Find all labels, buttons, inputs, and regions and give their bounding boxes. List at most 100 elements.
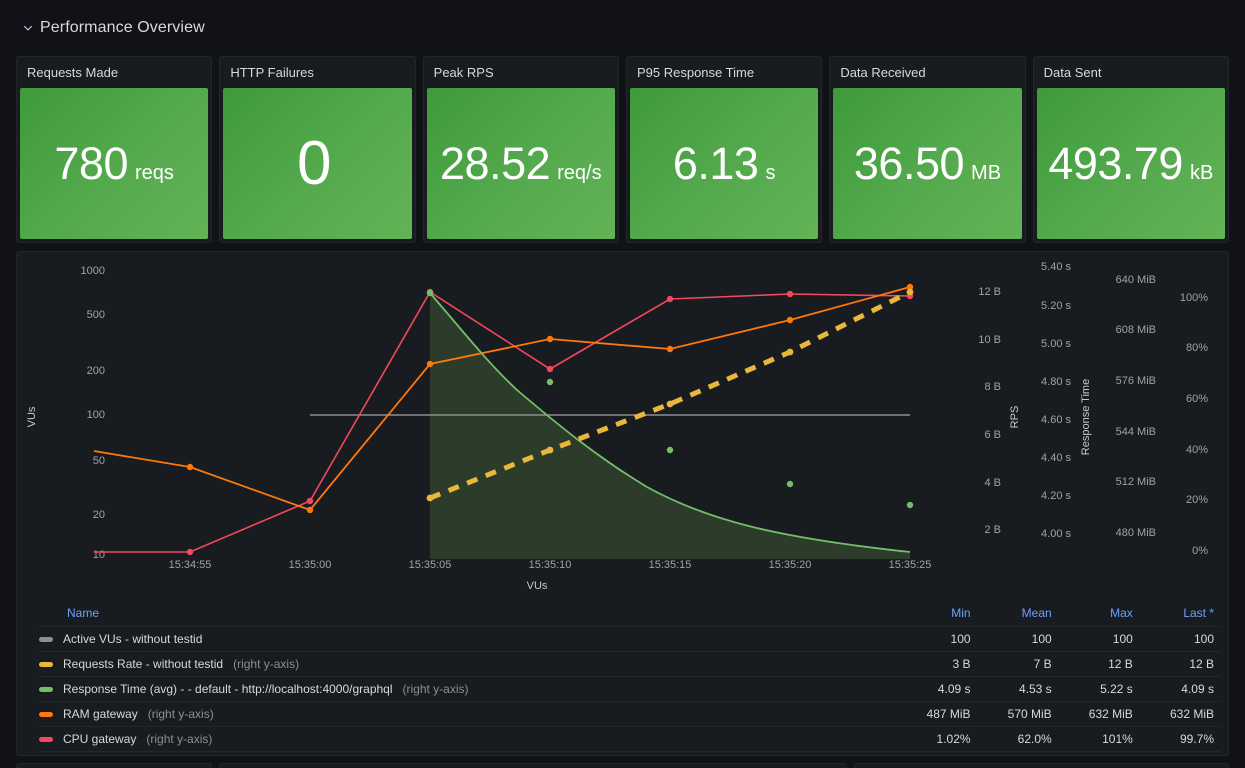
legend-value-last: 99.7%	[1138, 726, 1220, 752]
y-tick-left: 500	[87, 309, 105, 321]
legend-col-mean[interactable]: Mean	[976, 602, 1058, 627]
x-tick: 15:35:10	[529, 559, 572, 571]
stat-value-group: 493.79 kB	[1048, 141, 1213, 186]
legend-col-last[interactable]: Last *	[1138, 602, 1220, 627]
series-color-swatch[interactable]	[39, 686, 53, 692]
stat-value-area: 28.52 req/s	[426, 88, 615, 239]
stat-panel-data-sent[interactable]: Data Sent 493.79 kB	[1032, 56, 1229, 243]
legend-value-min: 100	[895, 626, 977, 652]
next-panel-1[interactable]	[16, 763, 212, 768]
legend-series-name-cell[interactable]: Active VUs - without testid	[39, 626, 896, 652]
stat-panel-p95-response-time[interactable]: P95 Response Time 6.13 s	[625, 56, 823, 243]
y-tick-rps: 4 B	[984, 477, 1001, 489]
legend-series-label: Active VUs - without testid	[63, 632, 203, 646]
stat-number: 780	[54, 138, 128, 189]
legend-series-label: Response Time (avg) - - default - http:/…	[63, 682, 393, 696]
x-tick: 15:34:55	[169, 559, 212, 571]
next-panel-2[interactable]	[219, 763, 847, 768]
stat-panel-data-received[interactable]: Data Received 36.50 MB	[829, 56, 1026, 243]
legend-series-name-cell[interactable]: RAM gateway (right y-axis)	[39, 701, 896, 727]
legend-row[interactable]: Requests Rate - without testid (right y-…	[39, 651, 1220, 677]
stat-unit: s	[765, 162, 776, 184]
legend-value-last: 12 B	[1138, 651, 1220, 677]
stat-value-group: 780 reqs	[54, 141, 174, 186]
y-tick-left: 50	[93, 455, 105, 467]
y-axis-left-title: VUs	[26, 406, 38, 427]
series-color-swatch[interactable]	[39, 736, 53, 742]
series-color-swatch[interactable]	[39, 636, 53, 642]
y-tick-rps: 10 B	[978, 334, 1001, 346]
legend-row[interactable]: Response Time (avg) - - default - http:/…	[39, 676, 1220, 702]
y-tick-response-time: 4.80 s	[1041, 376, 1071, 388]
y-tick-percent: 0%	[1192, 545, 1208, 557]
y-tick-response-time: 5.40 s	[1041, 261, 1071, 273]
y-tick-response-time: 4.60 s	[1041, 414, 1071, 426]
timeseries-graph-panel[interactable]: VUs 1000 500 200 100 50 20 10 15:34:55 1…	[16, 251, 1229, 756]
next-panel-3[interactable]	[854, 763, 1229, 768]
chevron-down-icon[interactable]	[22, 22, 34, 34]
stat-number: 36.50	[853, 138, 965, 189]
y-tick-memory: 640 MiB	[1116, 274, 1156, 286]
stat-title: HTTP Failures	[230, 65, 314, 80]
legend-value-mean: 100	[976, 626, 1058, 652]
y-tick-percent: 40%	[1186, 444, 1208, 456]
legend-row[interactable]: Active VUs - without testid 100 100 100 …	[39, 626, 1220, 652]
legend-col-min[interactable]: Min	[895, 602, 977, 627]
x-axis-title: VUs	[527, 580, 548, 592]
legend-series-axis: (right y-axis)	[402, 682, 469, 696]
legend-value-max: 100	[1057, 626, 1139, 652]
stat-title: Peak RPS	[433, 65, 494, 80]
x-tick: 15:35:25	[889, 559, 932, 571]
stat-number: 493.79	[1048, 138, 1183, 189]
x-tick: 15:35:05	[409, 559, 452, 571]
legend-series-name-cell[interactable]: Response Time (avg) - - default - http:/…	[39, 676, 896, 702]
y-tick-left: 100	[87, 409, 105, 421]
legend-row[interactable]: CPU gateway (right y-axis) 1.02% 62.0% 1…	[39, 726, 1220, 752]
legend-row[interactable]: RAM gateway (right y-axis) 487 MiB 570 M…	[39, 701, 1220, 727]
y-tick-left: 200	[87, 365, 105, 377]
legend-table: Name Min Mean Max Last * Active VUs - wi…	[39, 602, 1220, 752]
stat-panel-peak-rps[interactable]: Peak RPS 28.52 req/s	[422, 56, 619, 243]
legend-value-min: 487 MiB	[895, 701, 977, 727]
series-color-swatch[interactable]	[39, 661, 53, 667]
stat-unit: MB	[971, 162, 1002, 184]
series-color-swatch[interactable]	[39, 711, 53, 717]
legend-series-name-cell[interactable]: Requests Rate - without testid (right y-…	[39, 651, 896, 677]
y-tick-response-time: 4.20 s	[1041, 490, 1071, 502]
stat-value-group: 36.50 MB	[854, 141, 1001, 186]
plot-svg[interactable]: VUs 1000 500 200 100 50 20 10 15:34:55 1…	[17, 252, 1228, 602]
legend-series-label: Requests Rate - without testid	[63, 657, 224, 671]
stat-title: Data Received	[840, 65, 926, 80]
stat-panel-http-failures[interactable]: HTTP Failures 0	[219, 56, 416, 243]
row-header-performance-overview[interactable]: Performance Overview	[22, 19, 205, 37]
x-tick: 15:35:15	[649, 559, 692, 571]
y-tick-left: 1000	[81, 265, 105, 277]
y-axis-right-percent: 100% 80% 60% 40% 20% 0%	[1180, 292, 1208, 557]
y-axis-right-response-time: Response Time 5.40 s 5.20 s 5.00 s 4.80 …	[1041, 261, 1092, 540]
stat-title: P95 Response Time	[636, 65, 755, 80]
y-tick-rps: 2 B	[984, 524, 1001, 536]
stat-panel-requests-made[interactable]: Requests Made 780 reqs	[16, 56, 213, 243]
legend-col-max[interactable]: Max	[1057, 602, 1139, 627]
legend-value-mean: 62.0%	[976, 726, 1058, 752]
response-time-area-fill	[430, 293, 910, 559]
legend[interactable]: Name Min Mean Max Last * Active VUs - wi…	[17, 602, 1228, 752]
y-tick-left: 10	[93, 549, 105, 561]
legend-series-name-cell[interactable]: CPU gateway (right y-axis)	[39, 726, 896, 752]
row-title: Performance Overview	[40, 19, 205, 36]
legend-series-axis: (right y-axis)	[233, 657, 300, 671]
legend-value-min: 4.09 s	[895, 676, 977, 702]
y-tick-memory: 544 MiB	[1116, 426, 1156, 438]
stat-value-group: 6.13 s	[673, 141, 776, 186]
stat-panel-row: Requests Made 780 reqs HTTP Failures 0 P…	[16, 56, 1229, 243]
legend-value-min: 1.02%	[895, 726, 977, 752]
legend-value-mean: 570 MiB	[976, 701, 1058, 727]
legend-value-last: 100	[1138, 626, 1220, 652]
plot-area[interactable]: VUs 1000 500 200 100 50 20 10 15:34:55 1…	[17, 252, 1228, 602]
legend-col-name[interactable]: Name	[39, 602, 896, 627]
stat-number: 0	[297, 128, 331, 198]
stat-number: 28.52	[440, 138, 551, 189]
y-axis-right-rps-title: RPS	[1009, 406, 1021, 429]
y-tick-percent: 100%	[1180, 292, 1208, 304]
stat-value-area: 0	[223, 88, 412, 239]
